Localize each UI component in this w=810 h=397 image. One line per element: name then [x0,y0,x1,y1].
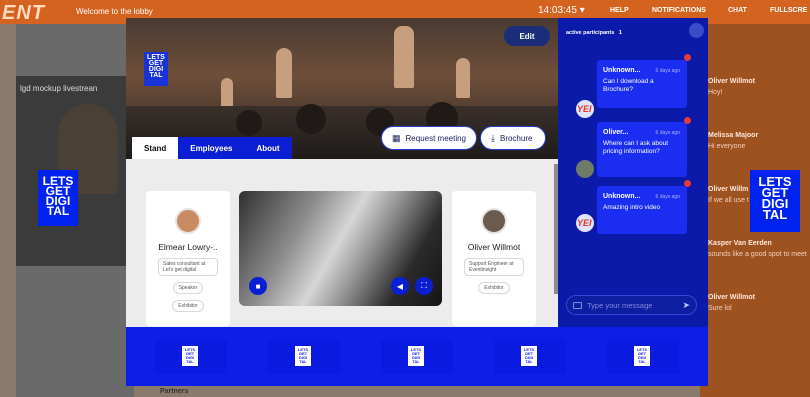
employee-role: Sales consultant at Let's get digital [158,258,218,276]
chat-close-icon[interactable] [689,23,704,38]
stand-video[interactable]: ■ ◀ ⛶ [239,191,442,306]
lgd-logo-right: LETS GET DIGI TAL [750,170,800,232]
sponsor-logo-mark: LETS GET DIGI TAL [182,346,198,366]
message-text: Amazing intro video [603,204,661,211]
logo-line: TAL [46,204,70,218]
request-meeting-label: Request meeting [405,133,466,143]
avatar: YEI [576,214,594,232]
logo-line: TAL [638,359,646,364]
employee-card[interactable]: Elmear Lowry-.. Sales consultant at Let'… [146,191,230,326]
volume-icon[interactable]: ◀ [391,277,409,295]
calendar-icon: ▦ [392,132,401,143]
tag-exhibitor: Exhibitor [478,282,510,294]
request-meeting-button[interactable]: ▦ Request meeting [381,126,477,150]
message-time: 6 days ago [655,194,680,200]
employee-card[interactable]: Oliver Willmot Support Engineer at Event… [452,191,536,326]
crowd-hand [394,26,414,88]
avatar [175,208,201,234]
image-icon[interactable] [573,301,582,309]
sponsor-logo-mark: LETS GET DIGI TAL [408,346,424,366]
download-icon: ⤓ [491,132,495,143]
crowd-hand [221,78,233,108]
chat-input-placeholder: Type your message [587,300,653,310]
chat-message-input[interactable]: Type your message ➤ [566,295,697,315]
logo-line: TAL [186,359,194,364]
lobby-brand-logo: ENT [2,2,45,24]
tab-stand[interactable]: Stand [132,137,179,159]
nav-notifications[interactable]: NOTIFICATIONS [652,7,706,14]
avatar: YEI [576,100,594,118]
chat-message: Oliver... 6 days ago Where can I ask abo… [597,122,687,177]
nav-fullscreen[interactable]: FULLSCRE [770,7,807,14]
crowd-hand [456,58,470,98]
brand-mark-icon: YEI [577,218,592,228]
stand-modal: LETS GET DIGI TAL Edit ▦ Request meeting… [126,18,558,386]
logo-line: TAL [412,359,420,364]
side-message: Oliver Willmot Hoy! [708,78,756,96]
logo-line: TAL [149,72,163,79]
brochure-label: Brochure [499,133,533,143]
message-text: Where can I ask about pricing informatio… [603,140,669,155]
employee-name: Elmear Lowry-.. [158,242,218,252]
side-message: Kasper Van Eerden sounds like a good spot… [708,240,807,258]
sponsor-logo-mark: LETS GET DIGI TAL [634,346,650,366]
delete-message-icon[interactable] [684,180,691,187]
edit-button[interactable]: Edit [504,26,550,46]
side-message: Oliver Willmot Sure lol [708,294,756,312]
lgd-logo-left: LETS GET DIGI TAL [38,170,78,226]
sponsor-logo-mark: LETS GET DIGI TAL [295,346,311,366]
brand-mark-icon: YEI [577,104,592,114]
logo-line: TAL [525,359,533,364]
chat-message: Unknown... 6 days ago Amazing intro vide… [597,186,687,234]
nav-chat[interactable]: CHAT [728,7,747,14]
side-message: Melissa Majoor Hi everyone [708,132,759,150]
stand-content: Elmear Lowry-.. Sales consultant at Let'… [126,159,558,327]
logo-line: TAL [299,359,307,364]
crowd-hand [276,48,292,98]
logo-line: TAL [762,207,788,222]
employee-role: Support Engineer at Eventinsight [464,258,524,276]
tab-employees[interactable]: Employees [178,137,245,159]
stop-icon[interactable]: ■ [249,277,267,295]
message-time: 6 days ago [655,68,680,74]
nav-help[interactable]: HELP [610,7,629,14]
message-time: 6 days ago [655,130,680,136]
fullscreen-icon[interactable]: ⛶ [415,277,433,295]
crowd-head [236,110,262,136]
crowd-head [296,104,326,134]
participant-count: 1 [618,30,622,36]
livestream-label: lgd mockup livestrean [20,84,98,93]
avatar [576,160,594,178]
message-text: Can I download a Brochure? [603,78,654,93]
tag-speaker: Speaker [172,282,204,294]
lobby-partners-label: Partners [160,388,189,395]
active-participants: active participants 1 [566,30,622,36]
employee-name: Oliver Willmot [467,242,521,252]
delete-message-icon[interactable] [684,54,691,61]
avatar [481,208,507,234]
delete-message-icon[interactable] [684,117,691,124]
stand-logo: LETS GET DIGI TAL [144,52,168,86]
lobby-welcome-text: Welcome to the lobby [76,7,153,16]
send-icon[interactable]: ➤ [682,300,690,311]
stand-tabs: Stand Employees About [132,137,292,159]
brochure-button[interactable]: ⤓ Brochure [480,126,546,150]
tag-exhibitor: Exhibitor [172,300,204,312]
tab-about[interactable]: About [244,137,292,159]
participants-label: active participants [566,30,615,36]
lobby-clock: 14:03:45 ▾ [538,5,585,16]
side-message: Oliver Willm If we all use t [708,186,749,204]
sponsor-logo-mark: LETS GET DIGI TAL [521,346,537,366]
chat-message: Unknown... 6 days ago Can I download a B… [597,60,687,108]
